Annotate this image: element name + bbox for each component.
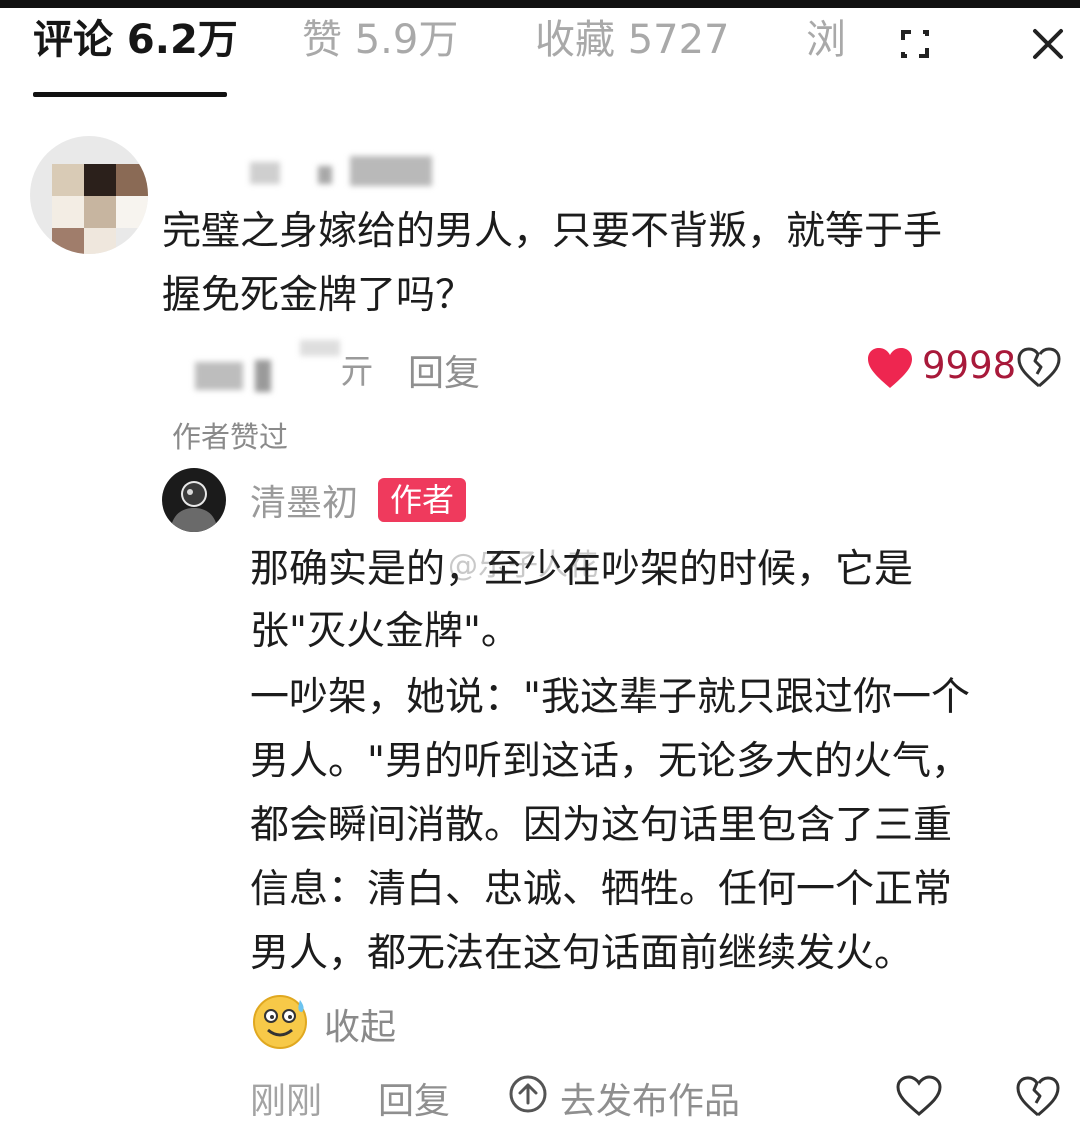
heart-outline-icon[interactable]: [894, 1074, 944, 1118]
tab-views[interactable]: 浏: [806, 14, 856, 66]
sweat-smile-emoji-icon: [250, 992, 312, 1050]
author-badge: 作者: [378, 478, 466, 522]
broken-heart-icon[interactable]: [1014, 1074, 1062, 1118]
author-username[interactable]: 清墨初: [250, 474, 358, 526]
reply-text-line: 都会瞬间消散。因为这句话里包含了三重: [250, 803, 953, 848]
tab-favorites[interactable]: 收藏 5727: [535, 14, 730, 66]
reply-button[interactable]: 回复: [378, 1072, 450, 1124]
collapse-button[interactable]: 收起: [324, 998, 396, 1050]
reply-text-line: 一吵架，她说："我这辈子就只跟过你一个: [250, 675, 970, 720]
publish-work-button[interactable]: 去发布作品: [560, 1072, 740, 1124]
expand-icon[interactable]: [893, 22, 937, 66]
tab-active-indicator: [33, 92, 227, 97]
tab-comments[interactable]: 评论 6.2万: [33, 14, 238, 66]
reply-timestamp: 刚刚: [250, 1081, 323, 1122]
close-icon[interactable]: [1026, 22, 1070, 66]
comment-text-line: 握免死金牌了吗？: [162, 273, 475, 318]
like-count: 9998: [922, 344, 1017, 387]
comment-text-line: 完璧之身嫁给的男人，只要不背叛，就等于手: [162, 209, 943, 254]
reply-button[interactable]: 回复: [408, 344, 480, 396]
status-strip: [0, 0, 1080, 8]
reply-text-line: 张"灭火金牌"。: [250, 609, 520, 654]
heart-icon[interactable]: [866, 346, 914, 390]
reply-text-line: 男人。"男的听到这话，无论多大的火气，: [250, 739, 970, 784]
reply-text-line: 男人，都无法在这句话面前继续发火。: [250, 931, 914, 976]
share-up-icon[interactable]: [508, 1074, 548, 1114]
watermark-text: @乐子人花: [448, 548, 598, 583]
tab-bar: 评论 6.2万 赞 5.9万 收藏 5727 浏: [0, 8, 1080, 98]
comment-location-text: 亓: [340, 352, 374, 392]
author-liked-label: 作者赞过: [172, 420, 289, 454]
broken-heart-icon[interactable]: [1016, 346, 1062, 388]
author-avatar[interactable]: [162, 468, 226, 532]
tab-likes[interactable]: 赞 5.9万: [302, 14, 458, 66]
reply-text-line: 信息：清白、忠诚、牺牲。任何一个正常: [250, 867, 953, 912]
avatar[interactable]: [30, 136, 148, 254]
